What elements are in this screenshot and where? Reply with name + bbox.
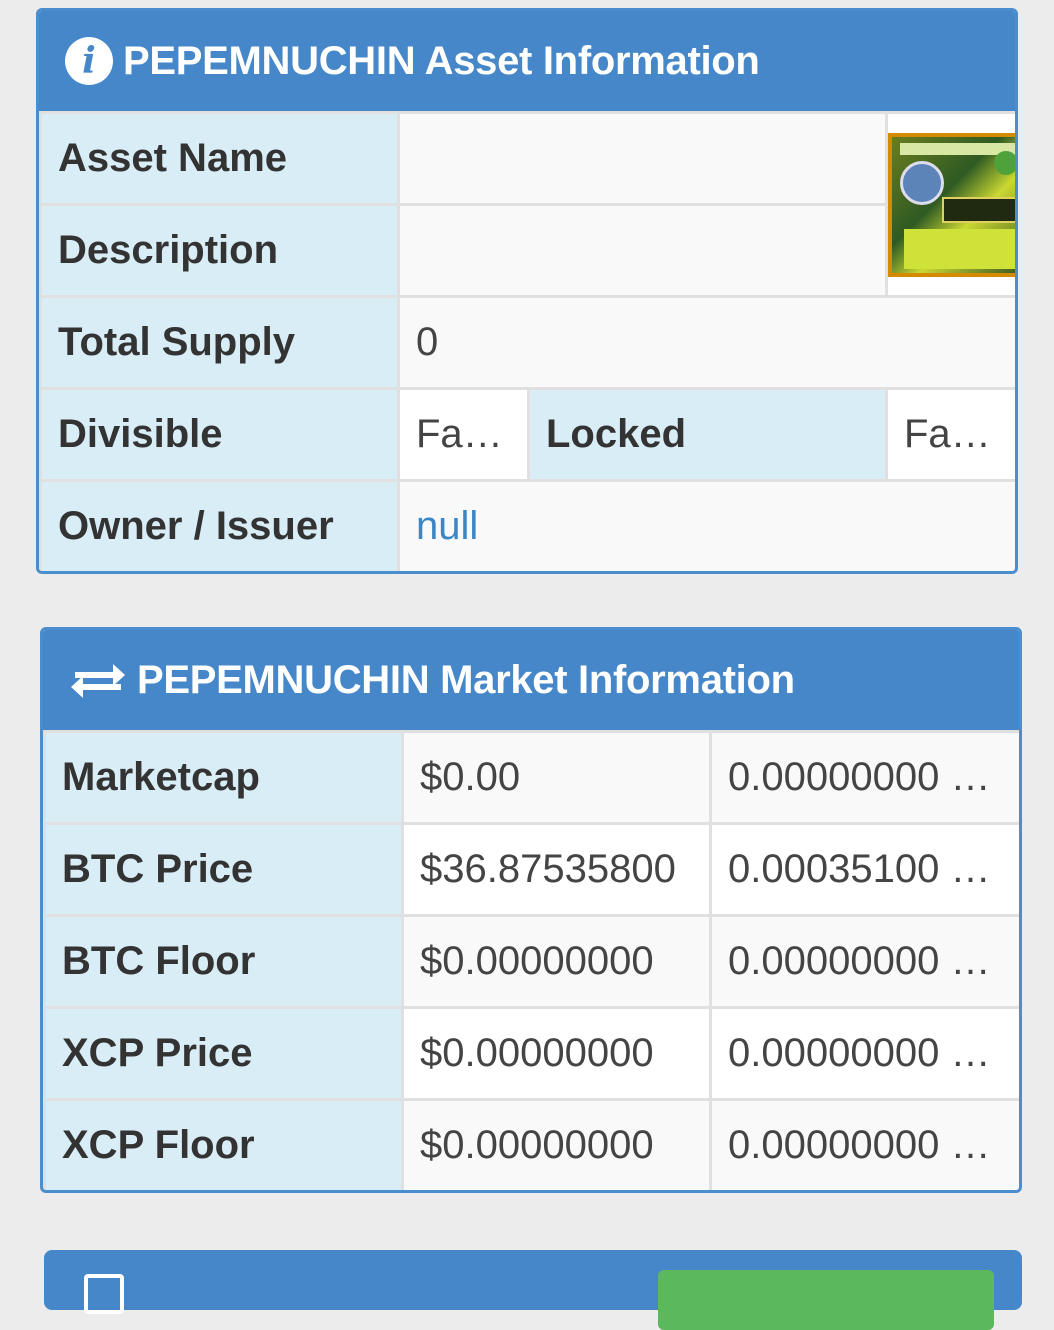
xcp-price-label: XCP Price: [43, 1006, 404, 1101]
asset-info-title: PEPEMNUCHIN Asset Information: [123, 38, 760, 83]
owner-label: Owner / Issuer: [39, 479, 400, 571]
marketcap-usd: $0.00: [401, 730, 712, 825]
btc-floor-usd: $0.00000000: [401, 914, 712, 1009]
xcp-floor-usd: $0.00000000: [401, 1098, 712, 1190]
info-icon: i: [65, 37, 113, 85]
btc-price-label: BTC Price: [43, 822, 404, 917]
asset-name-value: [397, 111, 888, 206]
panel-icon: [84, 1274, 124, 1314]
description-value: [397, 203, 888, 298]
asset-thumbnail[interactable]: [889, 132, 1014, 277]
next-panel-header: [44, 1250, 1022, 1330]
table-row: Total Supply 0: [39, 295, 1015, 390]
divisible-label: Divisible: [39, 387, 400, 482]
marketcap-label: Marketcap: [43, 730, 404, 825]
market-info-header: PEPEMNUCHIN Market Information: [43, 630, 1019, 730]
exchange-arrows-icon: [71, 664, 125, 698]
locked-value: False: [885, 387, 1015, 482]
locked-label: Locked: [527, 387, 888, 482]
xcp-floor-xcp: 0.00000000 XCP: [709, 1098, 1019, 1190]
xcp-price-xcp: 0.00000000 XCP: [709, 1006, 1019, 1101]
table-row: BTC Floor $0.00000000 0.00000000 BTC: [43, 914, 1019, 1009]
description-label: Description: [39, 203, 400, 298]
table-row: BTC Price $36.87535800 0.00035100 BTC: [43, 822, 1019, 917]
table-row: Divisible False Locked False: [39, 387, 1015, 482]
xcp-price-usd: $0.00000000: [401, 1006, 712, 1101]
total-supply-label: Total Supply: [39, 295, 400, 390]
asset-info-table: Asset Name Description Total Supply 0 Di…: [39, 111, 1016, 571]
table-row: Description: [39, 203, 1016, 298]
asset-info-header: i PEPEMNUCHIN Asset Information: [39, 11, 1015, 111]
btc-floor-btc: 0.00000000 BTC: [709, 914, 1019, 1009]
divisible-value: False: [397, 387, 530, 482]
table-row: Owner / Issuer null: [39, 479, 1015, 571]
marketcap-btc: 0.00000000 BTC: [709, 730, 1019, 825]
market-info-title: PEPEMNUCHIN Market Information: [137, 657, 795, 702]
table-row: Marketcap $0.00 0.00000000 BTC: [43, 730, 1019, 825]
green-action-button[interactable]: [658, 1270, 994, 1330]
asset-info-panel: i PEPEMNUCHIN Asset Information Asset Na…: [36, 8, 1018, 574]
asset-name-label: Asset Name: [39, 111, 400, 206]
btc-price-usd: $36.87535800: [401, 822, 712, 917]
market-info-table: Marketcap $0.00 0.00000000 BTC BTC Price…: [43, 730, 1019, 1190]
total-supply-value: 0: [397, 295, 1015, 390]
market-info-panel: PEPEMNUCHIN Market Information Marketcap…: [40, 627, 1022, 1193]
table-row: XCP Floor $0.00000000 0.00000000 XCP: [43, 1098, 1019, 1190]
xcp-floor-label: XCP Floor: [43, 1098, 404, 1190]
asset-image-cell: [885, 111, 1015, 298]
btc-floor-label: BTC Floor: [43, 914, 404, 1009]
btc-price-btc: 0.00035100 BTC: [709, 822, 1019, 917]
table-row: XCP Price $0.00000000 0.00000000 XCP: [43, 1006, 1019, 1101]
owner-link[interactable]: null: [397, 479, 1015, 571]
table-row: Asset Name: [39, 111, 1015, 298]
